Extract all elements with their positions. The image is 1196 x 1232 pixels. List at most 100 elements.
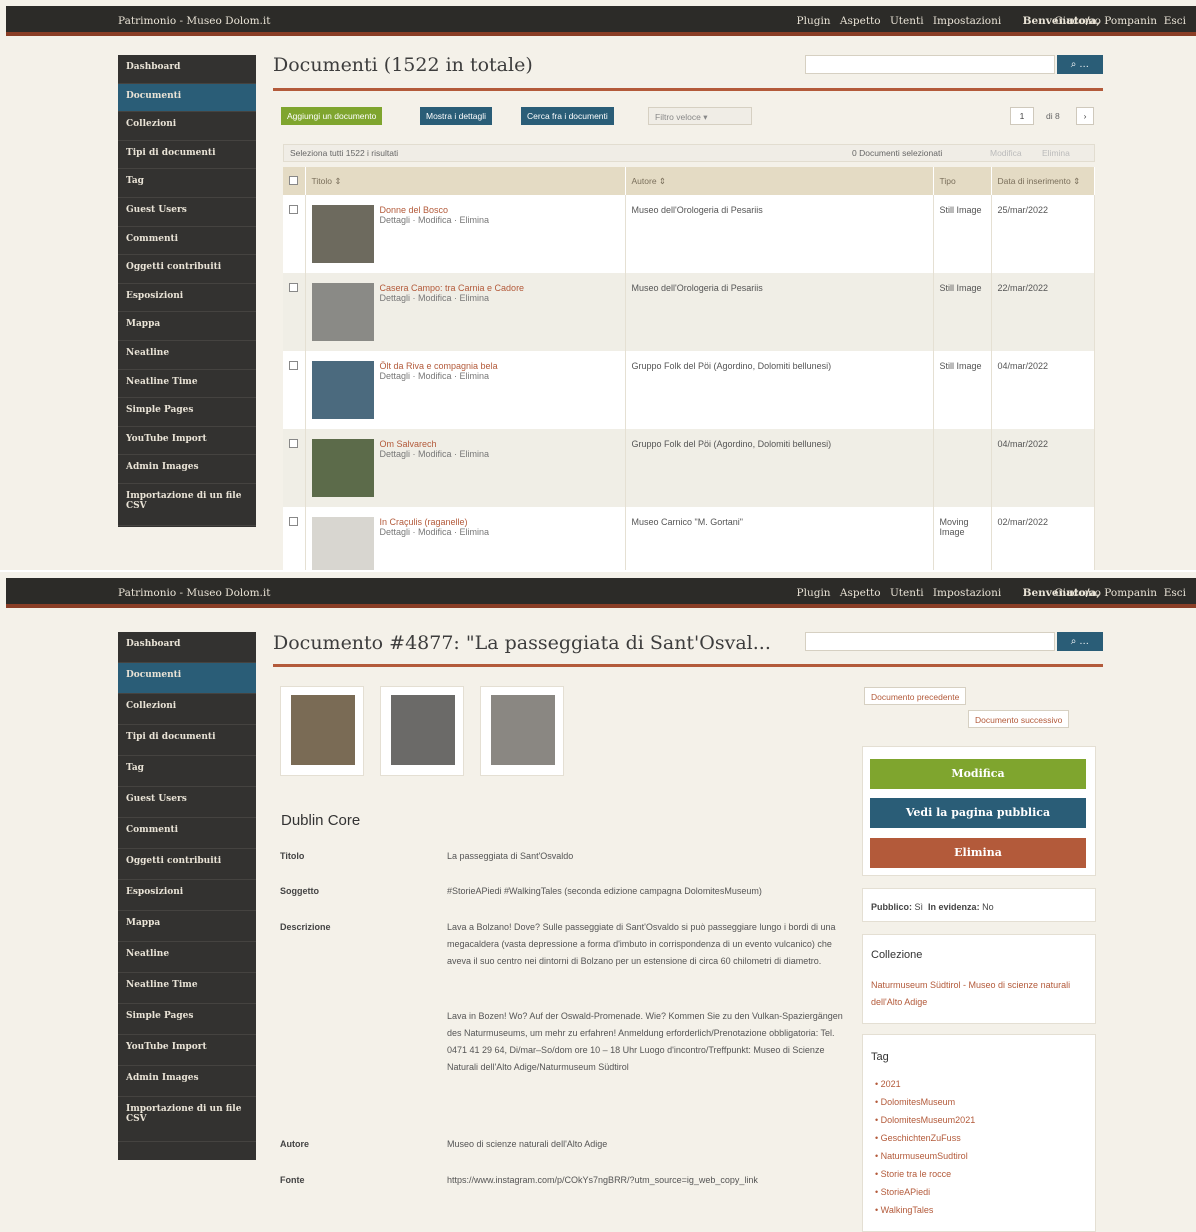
tag-label[interactable]: DolomitesMuseum2021 <box>881 1115 976 1125</box>
user-name-2[interactable]: Giacomo Pompanin <box>1054 587 1157 599</box>
page-input[interactable]: 1 <box>1010 107 1034 125</box>
item-actions[interactable]: Dettagli · Modifica · Elimina <box>380 527 490 537</box>
item-thumbnail[interactable] <box>311 361 374 419</box>
nav-plugin-2[interactable]: Plugin <box>797 587 831 599</box>
nav-aspetto-2[interactable]: Aspetto <box>840 587 881 599</box>
row-checkbox[interactable] <box>289 205 298 214</box>
delete-button[interactable]: Elimina <box>870 838 1086 868</box>
col-title[interactable]: Titolo ⇕ <box>305 167 626 195</box>
sidebar-item-oggetti[interactable]: Oggetti contribuiti <box>118 255 256 284</box>
tag-label[interactable]: DolomitesMuseum <box>881 1097 956 1107</box>
search-input[interactable] <box>805 55 1055 74</box>
sidebar2-tag[interactable]: Tag <box>118 756 256 787</box>
tag-link[interactable]: • DolomitesMuseum <box>875 1093 975 1111</box>
sidebar2-oggetti[interactable]: Oggetti contribuiti <box>118 849 256 880</box>
sidebar2-youtube[interactable]: YouTube Import <box>118 1035 256 1066</box>
next-item-button[interactable]: Documento successivo <box>968 710 1070 728</box>
collection-link[interactable]: Naturmuseum Südtirol - Museo di scienze … <box>871 977 1085 1011</box>
tag-link[interactable]: • GeschichtenZuFuss <box>875 1129 975 1147</box>
sidebar-item-guest-users[interactable]: Guest Users <box>118 198 256 227</box>
row-checkbox[interactable] <box>289 517 298 526</box>
sidebar-item-tag[interactable]: Tag <box>118 169 256 198</box>
item-actions[interactable]: Dettagli · Modifica · Elimina <box>380 215 490 225</box>
bulk-delete-button[interactable]: Elimina <box>1042 148 1070 158</box>
tag-link[interactable]: • 2021 <box>875 1075 975 1093</box>
nav-impostazioni[interactable]: Impostazioni <box>933 15 1001 27</box>
search-input-2[interactable] <box>805 632 1055 651</box>
item-title-link[interactable]: Donne del Bosco <box>380 205 449 215</box>
sidebar-item-esposizioni[interactable]: Esposizioni <box>118 284 256 313</box>
edit-button[interactable]: Modifica <box>870 759 1086 789</box>
file-thumbnail[interactable] <box>280 686 364 776</box>
sidebar-item-neatline-time[interactable]: Neatline Time <box>118 370 256 399</box>
nav-utenti-2[interactable]: Utenti <box>890 587 924 599</box>
col-date[interactable]: Data di inserimento ⇕ <box>991 167 1095 195</box>
item-title-link[interactable]: Ölt da Riva e compagnia bela <box>380 361 498 371</box>
sidebar2-simple-pages[interactable]: Simple Pages <box>118 1004 256 1035</box>
row-checkbox[interactable] <box>289 439 298 448</box>
sidebar2-commenti[interactable]: Commenti <box>118 818 256 849</box>
tag-label[interactable]: StorieAPiedi <box>881 1187 931 1197</box>
sidebar-item-youtube[interactable]: YouTube Import <box>118 427 256 456</box>
search-button[interactable]: ⌕ … <box>1057 55 1103 74</box>
tag-link[interactable]: • StorieAPiedi <box>875 1183 975 1201</box>
logout-link[interactable]: Esci <box>1164 15 1186 27</box>
sidebar2-admin-images[interactable]: Admin Images <box>118 1066 256 1097</box>
item-actions[interactable]: Dettagli · Modifica · Elimina <box>380 293 490 303</box>
nav-utenti[interactable]: Utenti <box>890 15 924 27</box>
previous-item-button[interactable]: Documento precedente <box>864 687 967 705</box>
sidebar2-esposizioni[interactable]: Esposizioni <box>118 880 256 911</box>
col-author[interactable]: Autore ⇕ <box>625 167 934 195</box>
nav-aspetto[interactable]: Aspetto <box>840 15 881 27</box>
search-items-button[interactable]: Cerca fra i documenti <box>521 107 614 125</box>
add-item-button[interactable]: Aggiungi un documento <box>281 107 383 125</box>
tag-link[interactable]: • DolomitesMuseum2021 <box>875 1111 975 1129</box>
sidebar2-collezioni[interactable]: Collezioni <box>118 694 256 725</box>
nav-impostazioni-2[interactable]: Impostazioni <box>933 587 1001 599</box>
bulk-edit-button[interactable]: Modifica <box>990 148 1022 158</box>
row-checkbox[interactable] <box>289 361 298 370</box>
item-actions[interactable]: Dettagli · Modifica · Elimina <box>380 449 490 459</box>
tag-link[interactable]: • NaturmuseumSudtirol <box>875 1147 975 1165</box>
tag-label[interactable]: WalkingTales <box>881 1205 934 1215</box>
quick-filter-select[interactable]: Filtro veloce ▾ <box>648 107 752 125</box>
select-all-checkbox[interactable] <box>289 175 298 185</box>
sidebar2-csv[interactable]: Importazione di un file CSV <box>118 1097 256 1142</box>
user-name[interactable]: Giacomo Pompanin <box>1054 15 1157 27</box>
show-details-button[interactable]: Mostra i dettagli <box>420 107 492 125</box>
item-thumbnail[interactable] <box>311 205 374 263</box>
sidebar-item-csv[interactable]: Importazione di un file CSV <box>118 484 256 526</box>
sidebar-item-documenti[interactable]: Documenti <box>118 83 256 113</box>
sidebar2-dashboard[interactable]: Dashboard <box>118 632 256 663</box>
sidebar-item-mappa[interactable]: Mappa <box>118 312 256 341</box>
file-thumbnail[interactable] <box>480 686 564 776</box>
item-thumbnail[interactable] <box>311 283 374 341</box>
sidebar2-documenti[interactable]: Documenti <box>118 663 256 694</box>
sidebar2-mappa[interactable]: Mappa <box>118 911 256 942</box>
tag-label[interactable]: Storie tra le rocce <box>881 1169 952 1179</box>
sidebar-item-tipi[interactable]: Tipi di documenti <box>118 141 256 170</box>
row-checkbox[interactable] <box>289 283 298 292</box>
search-button-2[interactable]: ⌕ … <box>1057 632 1103 651</box>
view-public-button[interactable]: Vedi la pagina pubblica <box>870 798 1086 828</box>
item-thumbnail[interactable] <box>311 439 374 497</box>
sidebar2-neatline-time[interactable]: Neatline Time <box>118 973 256 1004</box>
tag-label[interactable]: 2021 <box>881 1079 901 1089</box>
file-thumbnail[interactable] <box>380 686 464 776</box>
site-title[interactable]: Patrimonio - Museo Dolom.it <box>118 15 270 27</box>
item-title-link[interactable]: In Craçulis (raganelle) <box>380 517 468 527</box>
site-title-2[interactable]: Patrimonio - Museo Dolom.it <box>118 587 270 599</box>
tag-link[interactable]: • Storie tra le rocce <box>875 1165 975 1183</box>
select-all-link[interactable]: Seleziona tutti 1522 i risultati <box>290 148 398 158</box>
sidebar2-tipi[interactable]: Tipi di documenti <box>118 725 256 756</box>
sidebar2-neatline[interactable]: Neatline <box>118 942 256 973</box>
sidebar-item-simple-pages[interactable]: Simple Pages <box>118 398 256 427</box>
tag-label[interactable]: GeschichtenZuFuss <box>881 1133 961 1143</box>
item-title-link[interactable]: Om Salvarech <box>380 439 437 449</box>
nav-plugin[interactable]: Plugin <box>797 15 831 27</box>
sidebar-item-commenti[interactable]: Commenti <box>118 227 256 256</box>
sidebar-item-dashboard[interactable]: Dashboard <box>118 55 256 84</box>
logout-link-2[interactable]: Esci <box>1164 587 1186 599</box>
tag-label[interactable]: NaturmuseumSudtirol <box>881 1151 968 1161</box>
item-actions[interactable]: Dettagli · Modifica · Elimina <box>380 371 490 381</box>
